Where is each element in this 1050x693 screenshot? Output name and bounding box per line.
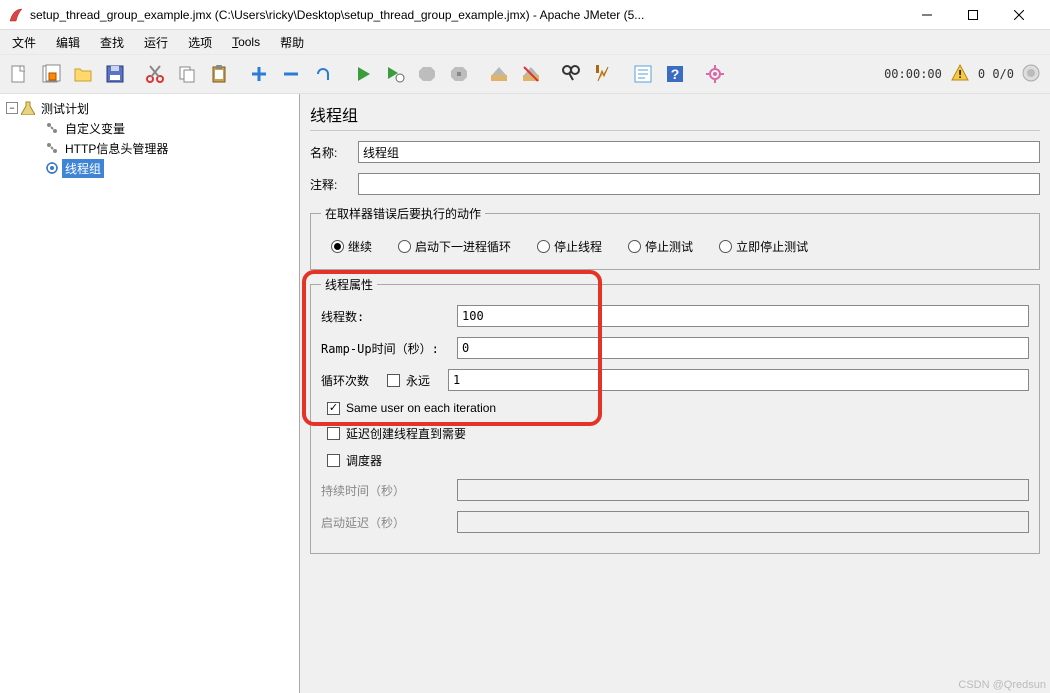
flask-icon [20, 100, 36, 116]
same-user-checkbox[interactable] [327, 402, 340, 415]
reset-search-icon[interactable] [588, 59, 618, 89]
thread-props-group: 线程属性 线程数: Ramp-Up时间（秒）: 循环次数 永远 Same use… [310, 276, 1040, 554]
start-icon[interactable] [348, 59, 378, 89]
help-icon[interactable]: ? [660, 59, 690, 89]
radio-stop-thread[interactable]: 停止线程 [537, 238, 602, 255]
editor-panel: 线程组 名称: 注释: 在取样器错误后要执行的动作 继续 启动下一进程循环 停止… [300, 94, 1050, 693]
comment-input[interactable] [358, 173, 1040, 195]
toggle-icon[interactable] [308, 59, 338, 89]
forever-checkbox[interactable] [387, 374, 400, 387]
new-icon[interactable] [4, 59, 34, 89]
templates-icon[interactable] [36, 59, 66, 89]
tree-label: HTTP信息头管理器 [62, 139, 171, 158]
tree-label: 线程组 [62, 159, 104, 178]
warning-icon[interactable]: ! [950, 63, 970, 86]
minimize-button[interactable] [904, 0, 950, 30]
duration-input [457, 479, 1029, 501]
name-label: 名称: [310, 144, 350, 161]
window-titlebar: setup_thread_group_example.jmx (C:\Users… [0, 0, 1050, 30]
svg-text:?: ? [671, 66, 680, 82]
search-icon[interactable] [556, 59, 586, 89]
collapse-icon[interactable]: − [6, 102, 18, 114]
start-notimers-icon[interactable] [380, 59, 410, 89]
ramp-input[interactable] [457, 337, 1029, 359]
tree-root[interactable]: − 测试计划 [2, 98, 297, 118]
menu-help[interactable]: 帮助 [272, 31, 312, 54]
radio-stop-test[interactable]: 停止测试 [628, 238, 693, 255]
menubar: 文件 编辑 查找 运行 选项 Tools 帮助 [0, 30, 1050, 54]
watermark: CSDN @Qredsun [958, 679, 1046, 691]
function-helper-icon[interactable] [628, 59, 658, 89]
scheduler-checkbox[interactable] [327, 454, 340, 467]
config-icon [44, 120, 60, 136]
name-input[interactable] [358, 141, 1040, 163]
menu-tools[interactable]: Tools [224, 32, 268, 52]
gear-icon[interactable] [700, 59, 730, 89]
menu-edit[interactable]: 编辑 [48, 31, 88, 54]
clear-icon[interactable] [484, 59, 514, 89]
menu-options[interactable]: 选项 [180, 31, 220, 54]
shutdown-icon[interactable] [444, 59, 474, 89]
delay-create-label: 延迟创建线程直到需要 [346, 425, 466, 442]
save-icon[interactable] [100, 59, 130, 89]
threads-input[interactable] [457, 305, 1029, 327]
loop-input[interactable] [448, 369, 1029, 391]
radio-next-loop[interactable]: 启动下一进程循环 [398, 238, 511, 255]
startup-delay-label: 启动延迟（秒） [321, 514, 451, 531]
clear-all-icon[interactable] [516, 59, 546, 89]
loop-label: 循环次数 [321, 372, 381, 389]
close-button[interactable] [996, 0, 1042, 30]
svg-text:!: ! [957, 68, 964, 81]
paste-icon[interactable] [204, 59, 234, 89]
comment-label: 注释: [310, 176, 350, 193]
status-indicator-icon [1022, 64, 1040, 85]
copy-icon[interactable] [172, 59, 202, 89]
tree-label: 自定义变量 [62, 119, 128, 138]
scheduler-label: 调度器 [346, 452, 382, 469]
tree-item-vars[interactable]: 自定义变量 [2, 118, 297, 138]
elapsed-time: 00:00:00 [884, 67, 942, 81]
menu-run[interactable]: 运行 [136, 31, 176, 54]
tree-panel: − 测试计划 自定义变量 HTTP信息头管理器 线程组 [0, 94, 300, 693]
duration-label: 持续时间（秒） [321, 482, 451, 499]
minus-icon[interactable] [276, 59, 306, 89]
panel-title: 线程组 [310, 102, 1040, 126]
thread-props-legend: 线程属性 [321, 276, 377, 293]
startup-delay-input [457, 511, 1029, 533]
error-action-legend: 在取样器错误后要执行的动作 [321, 205, 485, 222]
radio-stop-now[interactable]: 立即停止测试 [719, 238, 808, 255]
cut-icon[interactable] [140, 59, 170, 89]
error-action-group: 在取样器错误后要执行的动作 继续 启动下一进程循环 停止线程 停止测试 立即停止… [310, 205, 1040, 270]
app-icon [8, 7, 24, 23]
delay-create-checkbox[interactable] [327, 427, 340, 440]
tree-item-threadgroup[interactable]: 线程组 [2, 158, 297, 178]
same-user-label: Same user on each iteration [346, 401, 496, 415]
open-icon[interactable] [68, 59, 98, 89]
forever-label: 永远 [406, 372, 442, 389]
window-title: setup_thread_group_example.jmx (C:\Users… [30, 8, 904, 22]
threads-label: 线程数: [321, 308, 451, 325]
config-icon [44, 140, 60, 156]
stop-icon[interactable] [412, 59, 442, 89]
toolbar: ? 00:00:00 ! 0 0/0 [0, 54, 1050, 94]
thread-group-icon [44, 160, 60, 176]
menu-file[interactable]: 文件 [4, 31, 44, 54]
radio-continue[interactable]: 继续 [331, 238, 372, 255]
tree-label: 测试计划 [38, 99, 92, 118]
separator [310, 130, 1040, 131]
ramp-label: Ramp-Up时间（秒）: [321, 340, 451, 357]
maximize-button[interactable] [950, 0, 996, 30]
plus-icon[interactable] [244, 59, 274, 89]
thread-counts: 0 0/0 [978, 67, 1014, 81]
menu-search[interactable]: 查找 [92, 31, 132, 54]
tree-item-headers[interactable]: HTTP信息头管理器 [2, 138, 297, 158]
